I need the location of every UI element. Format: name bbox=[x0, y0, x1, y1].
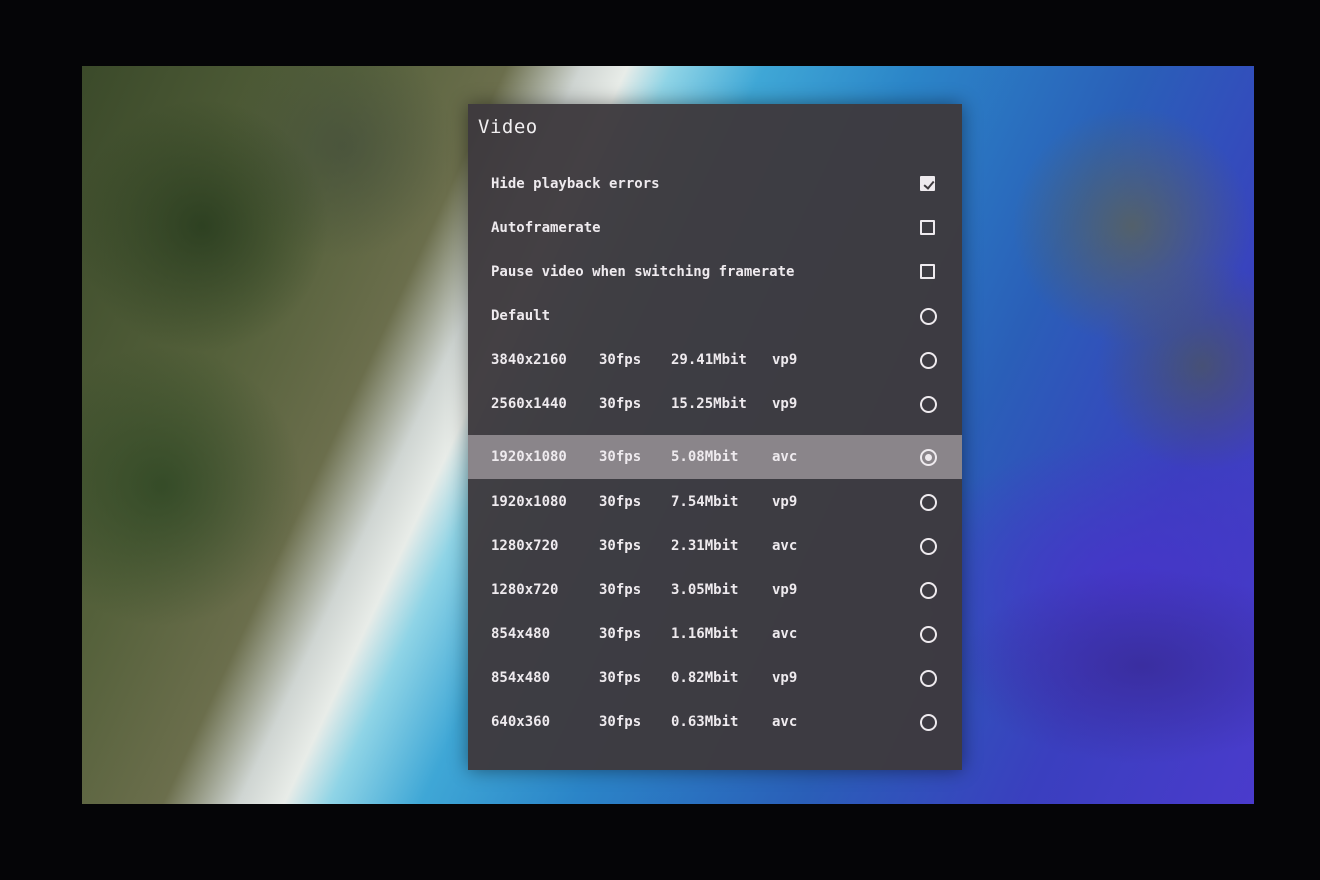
fps: 30fps bbox=[599, 494, 642, 510]
radio-icon[interactable] bbox=[920, 670, 937, 687]
format-option[interactable]: 640x360 30fps 0.63Mbit avc bbox=[468, 700, 962, 744]
resolution: 854x480 bbox=[491, 626, 551, 642]
codec: vp9 bbox=[772, 396, 798, 412]
resolution: 1920x1080 bbox=[491, 449, 567, 465]
bitrate: 15.25Mbit bbox=[671, 396, 747, 412]
radio-icon[interactable] bbox=[920, 308, 937, 325]
codec: avc bbox=[772, 626, 798, 642]
bitrate: 7.54Mbit bbox=[671, 494, 739, 510]
format-option[interactable]: 1280x720 30fps 3.05Mbit vp9 bbox=[468, 568, 962, 612]
bitrate: 3.05Mbit bbox=[671, 582, 739, 598]
codec: avc bbox=[772, 714, 798, 730]
format-option[interactable]: 1920x1080 30fps 5.08Mbit avc bbox=[468, 435, 962, 479]
codec: vp9 bbox=[772, 352, 798, 368]
radio-icon[interactable] bbox=[920, 396, 937, 413]
radio-icon[interactable] bbox=[920, 714, 937, 731]
video-settings-dialog: Video Hide playback errors Autoframerate… bbox=[468, 104, 962, 770]
fps: 30fps bbox=[599, 582, 642, 598]
bitrate: 29.41Mbit bbox=[671, 352, 747, 368]
fps: 30fps bbox=[599, 449, 642, 465]
format-option[interactable]: 3840x2160 30fps 29.41Mbit vp9 bbox=[468, 338, 962, 382]
codec: vp9 bbox=[772, 670, 798, 686]
bitrate: 0.63Mbit bbox=[671, 714, 739, 730]
checkbox-icon[interactable] bbox=[920, 264, 935, 279]
fps: 30fps bbox=[599, 352, 642, 368]
toggle-label: Autoframerate bbox=[491, 220, 601, 236]
toggle-label: Pause video when switching framerate bbox=[491, 264, 795, 280]
dialog-title: Video bbox=[478, 116, 538, 138]
fps: 30fps bbox=[599, 714, 642, 730]
resolution: 640x360 bbox=[491, 714, 551, 730]
radio-icon[interactable] bbox=[920, 494, 937, 511]
radio-icon[interactable] bbox=[920, 538, 937, 555]
format-option[interactable]: 1920x1080 30fps 7.54Mbit vp9 bbox=[468, 480, 962, 524]
radio-icon[interactable] bbox=[920, 582, 937, 599]
format-option[interactable]: 854x480 30fps 0.82Mbit vp9 bbox=[468, 656, 962, 700]
bitrate: 1.16Mbit bbox=[671, 626, 739, 642]
fps: 30fps bbox=[599, 626, 642, 642]
codec: avc bbox=[772, 449, 798, 465]
toggle-pause-when-switching[interactable]: Pause video when switching framerate bbox=[468, 250, 962, 294]
checkbox-icon[interactable] bbox=[920, 220, 935, 235]
codec: vp9 bbox=[772, 494, 798, 510]
format-option[interactable]: 854x480 30fps 1.16Mbit avc bbox=[468, 612, 962, 656]
resolution: 3840x2160 bbox=[491, 352, 567, 368]
checkbox-icon[interactable] bbox=[920, 176, 935, 191]
bitrate: 2.31Mbit bbox=[671, 538, 739, 554]
codec: vp9 bbox=[772, 582, 798, 598]
radio-icon[interactable] bbox=[920, 352, 937, 369]
format-option-default[interactable]: Default bbox=[468, 294, 962, 338]
format-option[interactable]: 1280x720 30fps 2.31Mbit avc bbox=[468, 524, 962, 568]
fps: 30fps bbox=[599, 538, 642, 554]
toggle-hide-playback-errors[interactable]: Hide playback errors bbox=[468, 162, 962, 206]
resolution: 854x480 bbox=[491, 670, 551, 686]
bitrate: 5.08Mbit bbox=[671, 449, 739, 465]
toggle-label: Hide playback errors bbox=[491, 176, 660, 192]
resolution: 2560x1440 bbox=[491, 396, 567, 412]
resolution: 1280x720 bbox=[491, 582, 559, 598]
radio-icon[interactable] bbox=[920, 626, 937, 643]
resolution: 1280x720 bbox=[491, 538, 559, 554]
fps: 30fps bbox=[599, 670, 642, 686]
toggle-autoframerate[interactable]: Autoframerate bbox=[468, 206, 962, 250]
option-label: Default bbox=[491, 308, 551, 324]
radio-icon[interactable] bbox=[920, 449, 937, 466]
codec: avc bbox=[772, 538, 798, 554]
fps: 30fps bbox=[599, 396, 642, 412]
bitrate: 0.82Mbit bbox=[671, 670, 739, 686]
format-option[interactable]: 2560x1440 30fps 15.25Mbit vp9 bbox=[468, 382, 962, 426]
resolution: 1920x1080 bbox=[491, 494, 567, 510]
